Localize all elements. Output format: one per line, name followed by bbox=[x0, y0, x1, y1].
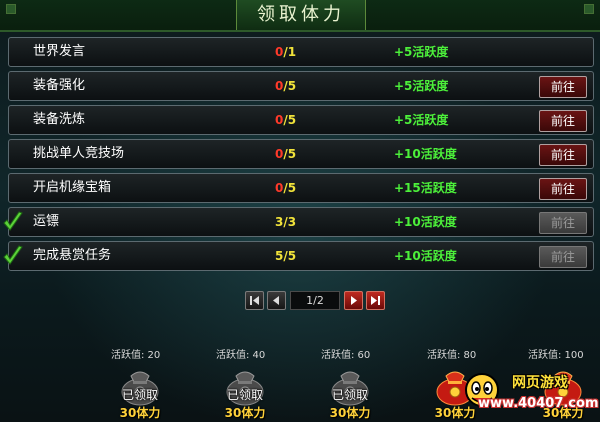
title-bar: 领取体力 bbox=[0, 0, 600, 32]
task-row: 装备洗炼 0/5 +5活跃度 前往 bbox=[8, 105, 594, 135]
pagination: 1/2 bbox=[245, 290, 385, 310]
task-row: 装备强化 0/5 +5活跃度 前往 bbox=[8, 71, 594, 101]
task-progress: 0/1 bbox=[275, 45, 297, 59]
task-progress: 5/5 bbox=[275, 249, 297, 263]
go-button[interactable]: 前往 bbox=[539, 110, 587, 132]
task-row: 世界发言 0/1 +5活跃度 bbox=[8, 37, 594, 67]
claimed-status: 已领取 bbox=[121, 388, 158, 402]
task-progress: 0/5 bbox=[275, 79, 297, 93]
task-reward: +10活跃度 bbox=[394, 249, 457, 263]
milestone-label: 活跃值: 40 bbox=[216, 350, 266, 361]
task-row: 开启机缘宝箱 0/5 +15活跃度 前往 bbox=[8, 173, 594, 203]
next-page-icon bbox=[351, 296, 357, 305]
task-row: 运镖 3/3 +10活跃度 前往 bbox=[3, 207, 594, 237]
page-indicator: 1/2 bbox=[290, 291, 340, 310]
task-reward: +5活跃度 bbox=[394, 113, 449, 127]
go-button[interactable]: 前往 bbox=[539, 212, 587, 234]
go-button[interactable]: 前往 bbox=[539, 144, 587, 166]
task-reward: +10活跃度 bbox=[394, 215, 457, 229]
task-name: 挑战单人竞技场 bbox=[33, 146, 125, 161]
title-ornament-right bbox=[584, 4, 594, 14]
task-progress: 0/5 bbox=[275, 181, 297, 195]
task-progress: 0/5 bbox=[275, 147, 297, 161]
reward-amount: 30体力 bbox=[329, 406, 371, 420]
reward-amount: 30体力 bbox=[224, 406, 266, 420]
task-row: 挑战单人竞技场 0/5 +10活跃度 前往 bbox=[8, 139, 594, 169]
task-reward: +15活跃度 bbox=[394, 181, 457, 195]
task-name: 装备强化 bbox=[33, 78, 86, 93]
watermark-url: www.40407.com bbox=[478, 396, 599, 411]
milestone-label: 活跃值: 60 bbox=[321, 350, 371, 361]
task-name: 开启机缘宝箱 bbox=[33, 180, 112, 195]
first-page-button[interactable] bbox=[245, 291, 264, 310]
task-progress: 0/5 bbox=[275, 113, 297, 127]
title-ornament-left bbox=[6, 4, 16, 14]
milestone-label: 活跃值: 100 bbox=[528, 350, 584, 361]
task-name: 世界发言 bbox=[33, 44, 86, 59]
prev-page-button[interactable] bbox=[267, 291, 286, 310]
task-reward: +5活跃度 bbox=[394, 79, 449, 93]
reward-amount: 30体力 bbox=[119, 406, 161, 420]
claimed-status: 已领取 bbox=[226, 388, 263, 402]
first-page-icon bbox=[250, 296, 259, 305]
milestone-label: 活跃值: 20 bbox=[111, 350, 161, 361]
milestone-label: 活跃值: 80 bbox=[427, 350, 477, 361]
prev-page-icon bbox=[273, 296, 279, 305]
task-name: 完成悬赏任务 bbox=[33, 248, 112, 263]
last-page-icon bbox=[371, 296, 380, 305]
checkmark-icon bbox=[3, 211, 23, 231]
task-reward: +10活跃度 bbox=[394, 147, 457, 161]
go-button[interactable]: 前往 bbox=[539, 246, 587, 268]
last-page-button[interactable] bbox=[366, 291, 385, 310]
go-button[interactable]: 前往 bbox=[539, 76, 587, 98]
next-page-button[interactable] bbox=[344, 291, 363, 310]
window-title: 领取体力 bbox=[236, 0, 366, 30]
task-row: 完成悬赏任务 5/5 +10活跃度 前往 bbox=[3, 241, 594, 271]
checkmark-icon bbox=[3, 245, 23, 265]
claimed-status: 已领取 bbox=[331, 388, 368, 402]
task-progress: 3/3 bbox=[275, 215, 297, 229]
watermark-text: 网页游戏 bbox=[512, 375, 568, 391]
go-button[interactable]: 前往 bbox=[539, 178, 587, 200]
task-name: 装备洗炼 bbox=[33, 112, 86, 127]
task-name: 运镖 bbox=[33, 214, 60, 229]
task-reward: +5活跃度 bbox=[394, 45, 449, 59]
